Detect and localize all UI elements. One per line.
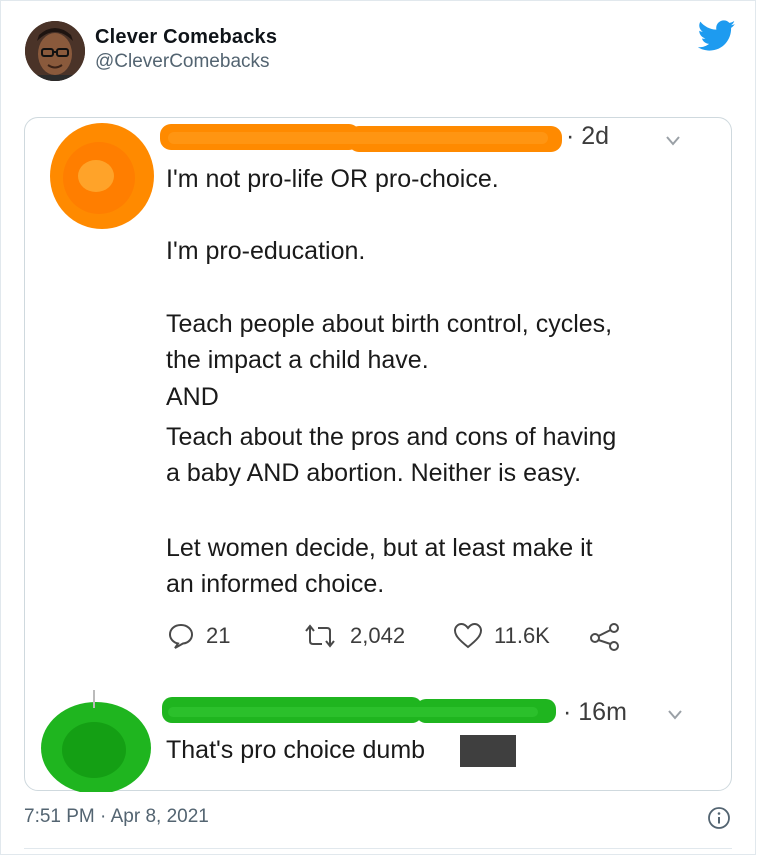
post-age: · 2d [566, 122, 610, 150]
post-line: an informed choice. [166, 570, 385, 598]
post-line: I'm not pro-life OR pro-choice. [166, 165, 499, 193]
reply-count: 21 [206, 623, 231, 648]
post-line: AND [166, 383, 219, 411]
info-icon[interactable] [707, 806, 731, 830]
reply-text: That's pro choice dumb [166, 736, 426, 764]
reply-age: · 16m [563, 698, 627, 726]
avatar-photo [25, 21, 85, 81]
redacted-avatar-orange [50, 123, 154, 229]
redaction-box [460, 735, 516, 767]
heart-icon [453, 622, 483, 649]
redacted-avatar-green [41, 690, 151, 792]
avatar[interactable] [25, 21, 85, 81]
reply-action[interactable]: 21 [166, 620, 230, 652]
chevron-down-icon[interactable] [668, 710, 682, 720]
redacted-name-green [162, 697, 556, 723]
like-action[interactable]: 11.6K [452, 620, 550, 652]
divider [24, 848, 732, 849]
retweet-action[interactable]: 2,042 [300, 620, 405, 652]
twitter-bird-icon[interactable] [698, 20, 736, 52]
redacted-name-orange [160, 124, 562, 152]
retweet-count: 2,042 [350, 623, 406, 648]
user-handle[interactable]: @CleverComebacks [95, 51, 270, 73]
post-line: Teach people about birth control, cycles… [166, 310, 613, 338]
post-line: Let women decide, but at least make it [166, 534, 593, 562]
display-name[interactable]: Clever Comebacks [95, 26, 277, 49]
retweet-icon [305, 624, 335, 648]
tweet-timestamp[interactable]: 7:51 PM · Apr 8, 2021 [24, 806, 209, 828]
share-icon [590, 623, 619, 651]
post-line: Teach about the pros and cons of having [166, 423, 617, 451]
comment-icon [168, 623, 194, 649]
chevron-down-icon[interactable] [666, 136, 680, 146]
share-action[interactable] [588, 620, 632, 652]
post-line: a baby AND abortion. Neither is easy. [166, 459, 582, 487]
post-line: the impact a child have. [166, 346, 429, 374]
post-line: I'm pro-education. [166, 237, 366, 265]
like-count: 11.6K [494, 623, 550, 648]
